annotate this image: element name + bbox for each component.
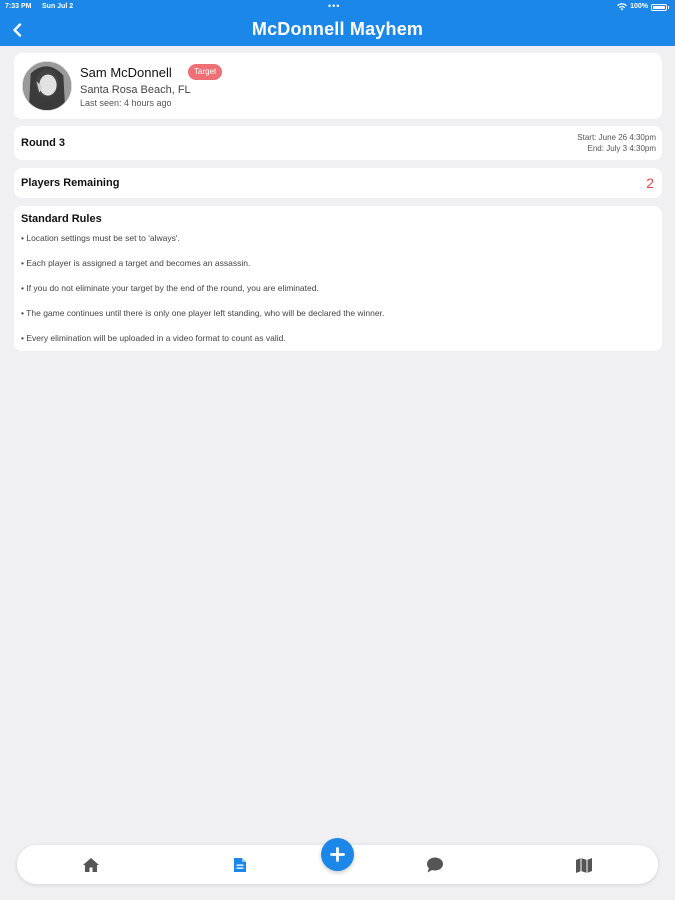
players-remaining-card: Players Remaining 2 <box>14 168 662 198</box>
round-end: End: July 3 4:30pm <box>587 144 656 153</box>
app-header: 7:33 PM Sun Jul 2 ••• 100% McDonnell May… <box>0 0 675 46</box>
rules-card: Standard Rules • Location settings must … <box>14 206 662 351</box>
round-card: Round 3 Start: June 26 4:30pm End: July … <box>14 126 662 160</box>
rule-item: • Each player is assigned a target and b… <box>21 258 251 268</box>
page-title: McDonnell Mayhem <box>251 19 424 39</box>
player-name: Sam McDonnell <box>80 65 172 80</box>
rule-item: • Every elimination will be uploaded in … <box>21 333 286 343</box>
avatar <box>22 61 72 111</box>
plus-icon <box>330 847 345 862</box>
players-remaining-count: 2 <box>646 175 654 191</box>
status-time: 7:33 PM <box>5 3 32 10</box>
tab-home[interactable] <box>81 855 101 875</box>
chat-icon <box>427 857 443 873</box>
target-profile-card[interactable]: Sam McDonnell Target Santa Rosa Beach, F… <box>14 53 662 119</box>
rules-title: Standard Rules <box>21 213 102 225</box>
add-button[interactable] <box>321 838 354 871</box>
rule-item: • Location settings must be set to 'alwa… <box>21 233 180 243</box>
status-date: Sun Jul 2 <box>42 3 74 10</box>
player-location: Santa Rosa Beach, FL <box>80 84 191 96</box>
round-dates: Start: June 26 4:30pm End: July 3 4:30pm <box>577 132 656 154</box>
status-bar: 7:33 PM Sun Jul 2 ••• 100% <box>0 0 675 14</box>
document-icon <box>234 858 246 872</box>
wifi-icon <box>617 3 628 11</box>
battery-icon <box>651 4 669 11</box>
rule-item: • The game continues until there is only… <box>21 308 385 318</box>
avatar-photo <box>23 62 71 110</box>
target-badge: Target <box>188 64 223 80</box>
round-start: Start: June 26 4:30pm <box>577 133 656 142</box>
battery-percent: 100% <box>630 3 648 10</box>
multitask-dots[interactable]: ••• <box>328 0 340 13</box>
home-icon <box>83 858 99 872</box>
players-remaining-label: Players Remaining <box>21 177 120 189</box>
tab-chat[interactable] <box>425 855 445 875</box>
rules-list: • Location settings must be set to 'alwa… <box>21 233 384 358</box>
round-label: Round 3 <box>21 137 65 149</box>
tab-rules[interactable] <box>230 855 250 875</box>
map-icon <box>576 857 592 873</box>
last-seen-text: Last seen: 4 hours ago <box>80 98 172 108</box>
rule-item: • If you do not eliminate your target by… <box>21 283 319 293</box>
tab-map[interactable] <box>574 855 594 875</box>
status-right: 100% <box>617 0 669 14</box>
